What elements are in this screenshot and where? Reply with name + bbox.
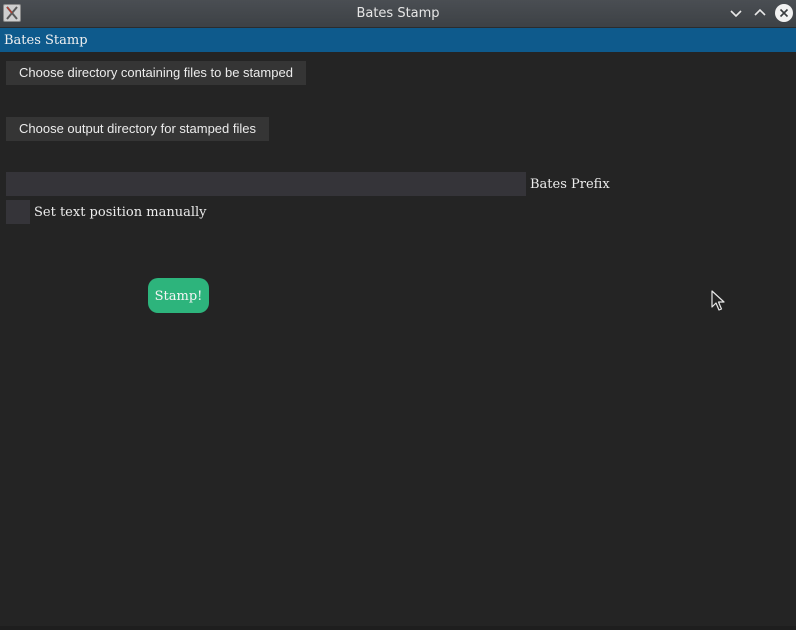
chevron-down-icon	[730, 10, 742, 18]
manual-position-checkbox[interactable]	[6, 200, 30, 224]
close-button[interactable]	[775, 4, 793, 22]
bottom-edge	[0, 626, 796, 630]
bates-prefix-label: Bates Prefix	[530, 177, 610, 192]
header-label: Bates Stamp	[4, 33, 88, 48]
mouse-pointer-icon	[711, 290, 725, 311]
minimize-button[interactable]	[727, 4, 745, 22]
manual-position-label: Set text position manually	[34, 205, 207, 220]
app-window: Bates Stamp Bates Stamp Choose directory…	[0, 0, 796, 630]
choose-input-directory-button[interactable]: Choose directory containing files to be …	[6, 61, 306, 85]
chevron-up-icon	[754, 8, 766, 16]
choose-output-directory-button[interactable]: Choose output directory for stamped file…	[6, 117, 269, 141]
bates-prefix-input[interactable]	[6, 172, 526, 196]
maximize-button[interactable]	[751, 4, 769, 22]
window-title: Bates Stamp	[356, 6, 440, 21]
close-icon	[779, 8, 789, 18]
header-band: Bates Stamp	[0, 28, 796, 52]
stamp-button[interactable]: Stamp!	[148, 278, 209, 313]
title-bar[interactable]: Bates Stamp	[0, 0, 796, 28]
